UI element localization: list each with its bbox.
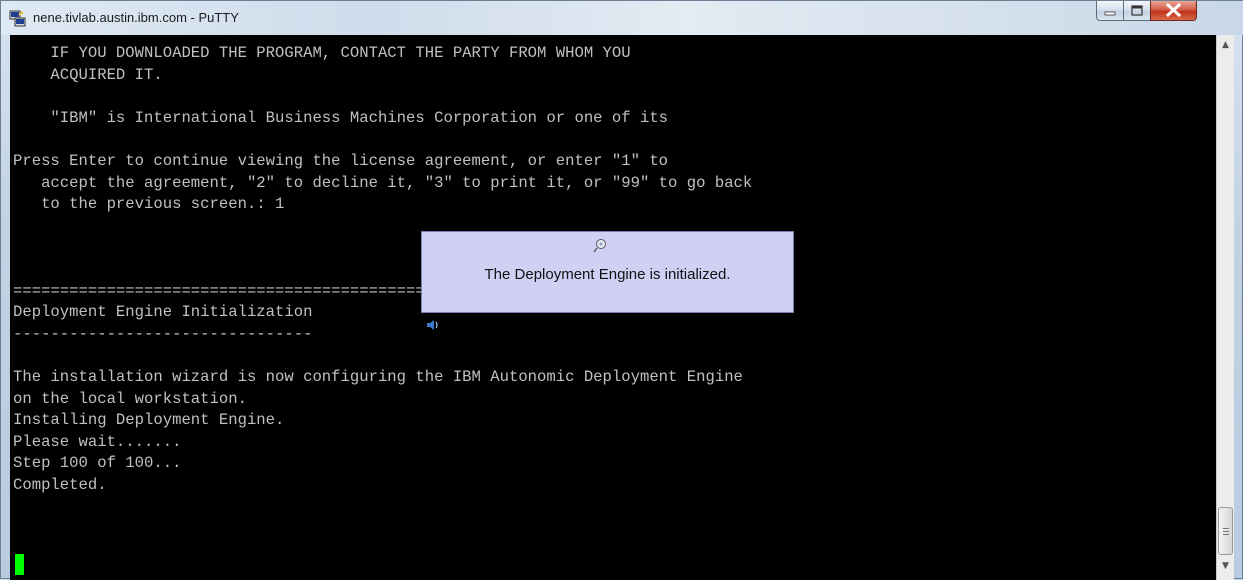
terminal-line: accept the agreement, "2" to decline it,… <box>13 173 753 192</box>
notification-text: The Deployment Engine is initialized. <box>484 266 731 283</box>
terminal-line: The installation wizard is now configuri… <box>13 367 743 386</box>
terminal-line: "IBM" is International Business Machines… <box>13 108 669 127</box>
scroll-down-arrow-icon[interactable]: ▼ <box>1217 558 1234 575</box>
thumb-grip <box>1223 528 1229 529</box>
scroll-up-arrow-icon[interactable]: ▲ <box>1217 37 1234 54</box>
minimize-button[interactable] <box>1096 1 1124 21</box>
speaker-icon <box>427 320 438 330</box>
thumb-grip <box>1223 531 1229 532</box>
terminal-line: Press Enter to continue viewing the lice… <box>13 151 669 170</box>
title-bar[interactable]: nene.tivlab.austin.ibm.com - PuTTY <box>1 1 1243 35</box>
close-icon <box>1165 2 1182 18</box>
balloon-info-icon <box>593 239 606 253</box>
close-button[interactable] <box>1150 1 1197 21</box>
terminal-line: Please wait....... <box>13 432 182 451</box>
terminal-line: ACQUIRED IT. <box>13 65 163 84</box>
terminal-line: on the local workstation. <box>13 389 247 408</box>
window-title: nene.tivlab.austin.ibm.com - PuTTY <box>33 10 239 25</box>
minimize-icon <box>1104 11 1116 16</box>
terminal-line: to the previous screen.: 1 <box>13 195 285 214</box>
terminal-line: Completed. <box>13 475 107 494</box>
scroll-thumb[interactable] <box>1218 507 1233 555</box>
notification-balloon[interactable]: The Deployment Engine is initialized. <box>421 231 794 313</box>
vertical-scrollbar[interactable]: ▲ ▼ <box>1216 35 1234 580</box>
terminal-line: Step 100 of 100... <box>13 454 182 473</box>
maximize-icon <box>1131 5 1143 16</box>
terminal-cursor <box>15 554 24 575</box>
terminal-line: IF YOU DOWNLOADED THE PROGRAM, CONTACT T… <box>13 44 631 62</box>
thumb-grip <box>1223 534 1229 535</box>
terminal-line: -------------------------------- <box>13 324 313 343</box>
terminal-line: Installing Deployment Engine. <box>13 411 285 430</box>
putty-icon <box>9 10 26 27</box>
putty-window: nene.tivlab.austin.ibm.com - PuTTY IF YO… <box>0 0 1243 580</box>
maximize-button[interactable] <box>1123 1 1151 21</box>
